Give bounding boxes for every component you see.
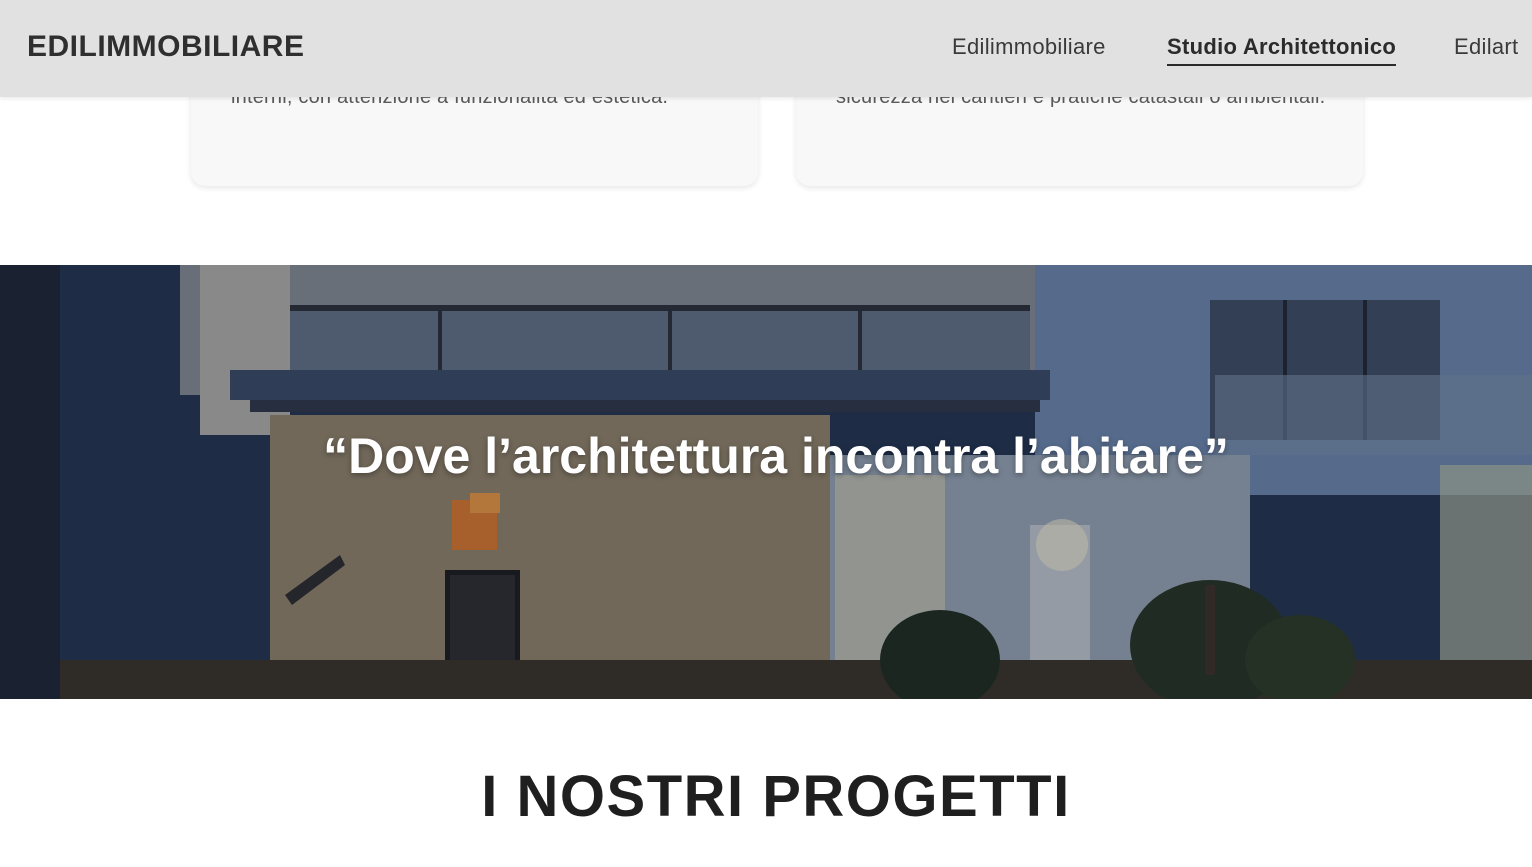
projects-section-title: I NOSTRI PROGETTI [481, 764, 1071, 829]
page: interni, con attenzione a funzionalità e… [0, 0, 1532, 867]
brand-logo[interactable]: EDILIMMOBILIARE [27, 30, 305, 64]
hero-banner: “Dove l’architettura incontra l’abitare” [0, 265, 1532, 699]
nav-item-edilart[interactable]: Edilart [1454, 34, 1518, 60]
site-header: EDILIMMOBILIARE Edilimmobiliare Studio A… [0, 0, 1532, 97]
nav-item-studio-architettonico[interactable]: Studio Architettonico [1167, 34, 1397, 66]
hero-quote: “Dove l’architettura incontra l’abitare” [323, 428, 1229, 484]
nav-item-edilimmobiliare[interactable]: Edilimmobiliare [952, 34, 1106, 60]
